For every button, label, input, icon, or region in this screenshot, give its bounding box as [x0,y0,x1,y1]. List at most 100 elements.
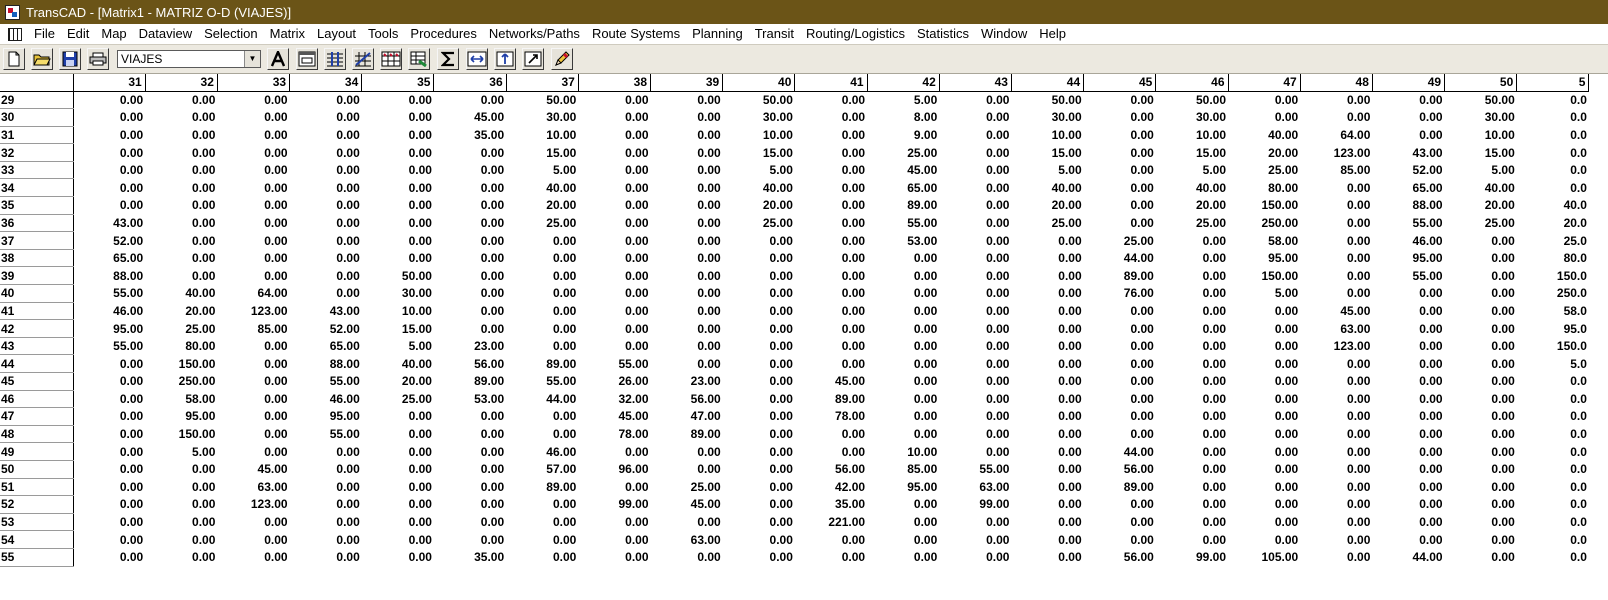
matrix-cell[interactable]: 76.00 [1084,285,1156,303]
matrix-cell[interactable]: 96.00 [578,460,650,478]
matrix-cell[interactable]: 10.00 [506,126,578,144]
matrix-cell[interactable]: 25.0 [1517,232,1589,250]
matrix-cell[interactable]: 0.00 [290,267,362,285]
matrix-cell[interactable]: 0.00 [1445,425,1517,443]
matrix-cell[interactable]: 0.00 [1084,144,1156,162]
matrix-cell[interactable]: 0.00 [795,302,867,320]
matrix-cell[interactable]: 0.00 [1300,531,1372,549]
matrix-cell[interactable]: 0.00 [723,337,795,355]
open-folder-icon[interactable] [31,48,53,70]
column-header[interactable]: 49 [1372,74,1446,92]
matrix-cell[interactable]: 0.00 [1300,355,1372,373]
matrix-cell[interactable]: 0.00 [217,373,289,391]
matrix-cell[interactable]: 0.00 [362,460,434,478]
matrix-cell[interactable]: 0.00 [651,337,723,355]
row-header[interactable]: 53 [0,513,74,532]
matrix-cell[interactable]: 20.00 [145,302,217,320]
matrix-cell[interactable]: 0.00 [723,443,795,461]
matrix-cell[interactable]: 50.00 [362,267,434,285]
matrix-cell[interactable]: 0.00 [434,91,506,109]
matrix-cell[interactable]: 0.00 [362,496,434,514]
matrix-cell[interactable]: 0.00 [578,478,650,496]
matrix-cell[interactable]: 89.00 [795,390,867,408]
matrix-cell[interactable]: 0.00 [73,408,145,426]
matrix-cell[interactable]: 15.00 [1011,144,1083,162]
matrix-cell[interactable]: 150.00 [1228,267,1300,285]
matrix-cell[interactable]: 0.00 [651,232,723,250]
matrix-cell[interactable]: 0.00 [506,302,578,320]
matrix-cell[interactable]: 0.0 [1517,126,1589,144]
matrix-cell[interactable]: 0.00 [1011,337,1083,355]
matrix-cell[interactable]: 0.00 [73,355,145,373]
matrix-cell[interactable]: 0.00 [1156,232,1228,250]
matrix-cell[interactable]: 44.00 [1084,443,1156,461]
matrix-cell[interactable]: 0.00 [867,249,939,267]
matrix-cell[interactable]: 0.00 [1084,302,1156,320]
matrix-cell[interactable]: 50.00 [506,91,578,109]
matrix-cell[interactable]: 44.00 [1372,548,1444,566]
matrix-cell[interactable]: 5.00 [362,337,434,355]
matrix-cell[interactable]: 0.00 [362,443,434,461]
matrix-cell[interactable]: 0.00 [939,285,1011,303]
matrix-cell[interactable]: 150.0 [1517,337,1589,355]
matrix-cell[interactable]: 5.00 [1445,161,1517,179]
matrix-cell[interactable]: 0.0 [1517,460,1589,478]
matrix-cell[interactable]: 0.00 [1372,513,1444,531]
matrix-cell[interactable]: 0.00 [73,161,145,179]
matrix-cell[interactable]: 30.00 [723,109,795,127]
matrix-cell[interactable]: 0.00 [723,408,795,426]
matrix-cell[interactable]: 0.00 [939,91,1011,109]
matrix-cell[interactable]: 0.00 [145,126,217,144]
matrix-cell[interactable]: 45.00 [434,109,506,127]
matrix-cell[interactable]: 0.00 [434,267,506,285]
matrix-cell[interactable]: 55.00 [578,355,650,373]
matrix-cell[interactable]: 0.00 [939,373,1011,391]
column-header[interactable]: 5 [1516,74,1590,92]
matrix-cell[interactable]: 0.00 [1084,197,1156,215]
matrix-cell[interactable]: 0.00 [867,548,939,566]
matrix-cell[interactable]: 0.00 [1084,373,1156,391]
matrix-cell[interactable]: 0.00 [290,443,362,461]
menu-item-layout[interactable]: Layout [311,24,362,44]
matrix-cell[interactable]: 0.00 [434,197,506,215]
matrix-cell[interactable]: 0.00 [217,126,289,144]
matrix-cell[interactable]: 0.00 [578,513,650,531]
matrix-cell[interactable]: 0.00 [145,179,217,197]
matrix-cell[interactable]: 0.00 [1084,531,1156,549]
matrix-cell[interactable]: 0.00 [578,214,650,232]
matrix-cell[interactable]: 0.00 [867,355,939,373]
expand-columns-icon[interactable] [466,48,488,70]
matrix-cell[interactable]: 15.00 [1156,144,1228,162]
matrix-cell[interactable]: 5.00 [1228,285,1300,303]
matrix-cell[interactable]: 0.00 [1300,443,1372,461]
matrix-cell[interactable]: 123.00 [1300,337,1372,355]
matrix-cell[interactable]: 0.00 [506,267,578,285]
matrix-cell[interactable]: 20.00 [506,197,578,215]
matrix-cell[interactable]: 56.00 [795,460,867,478]
matrix-cell[interactable]: 0.00 [1084,126,1156,144]
matrix-cell[interactable]: 0.00 [506,513,578,531]
matrix-cell[interactable]: 95.00 [1228,249,1300,267]
matrix-cell[interactable]: 0.00 [795,109,867,127]
matrix-cell[interactable]: 0.00 [1445,531,1517,549]
matrix-cell[interactable]: 55.00 [1372,214,1444,232]
matrix-cell[interactable]: 0.00 [578,320,650,338]
matrix-cell[interactable]: 56.00 [1084,460,1156,478]
matrix-cell[interactable]: 95.0 [1517,320,1589,338]
chevron-down-icon[interactable]: ▼ [244,51,260,67]
menu-item-edit[interactable]: Edit [61,24,95,44]
matrix-cell[interactable]: 0.00 [1300,232,1372,250]
matrix-cell[interactable]: 0.00 [362,91,434,109]
sum-icon[interactable] [437,48,459,70]
column-header[interactable]: 47 [1228,74,1301,92]
matrix-cell[interactable]: 45.00 [578,408,650,426]
matrix-cell[interactable]: 0.00 [217,109,289,127]
matrix-cell[interactable]: 0.00 [723,302,795,320]
matrix-cell[interactable]: 0.00 [578,161,650,179]
matrix-cell[interactable]: 0.00 [723,285,795,303]
matrix-cell[interactable]: 40.00 [1156,179,1228,197]
matrix-cell[interactable]: 0.00 [1084,109,1156,127]
matrix-cell[interactable]: 0.00 [73,197,145,215]
matrix-cell[interactable]: 105.00 [1228,548,1300,566]
matrix-cell[interactable]: 0.00 [939,214,1011,232]
